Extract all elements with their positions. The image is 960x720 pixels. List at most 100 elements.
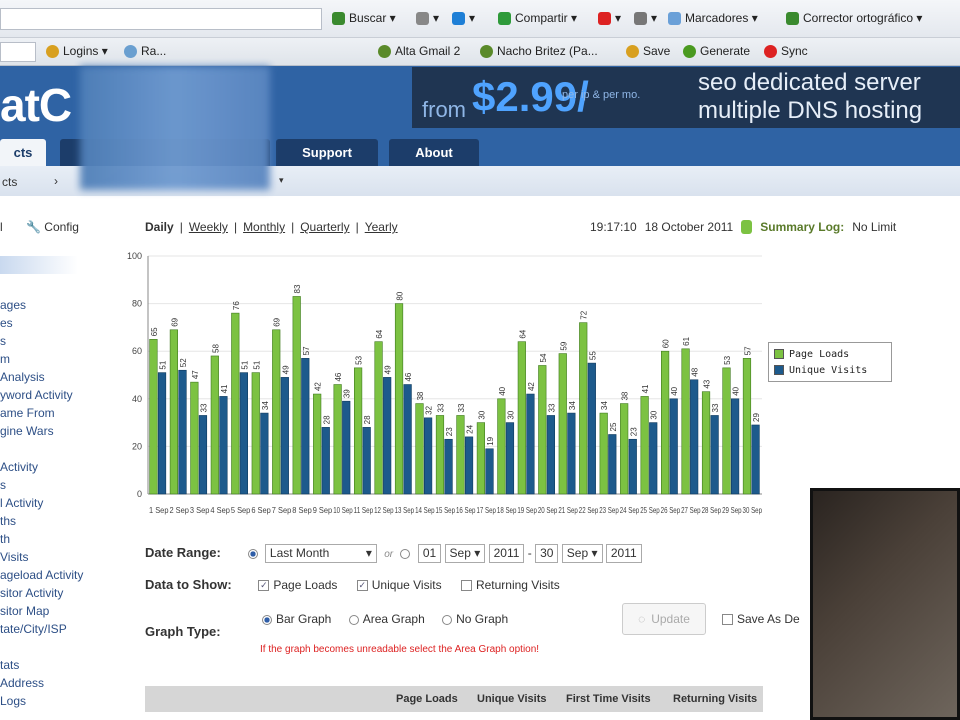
- toolbar-item[interactable]: ▾: [598, 11, 621, 25]
- star-icon: [668, 11, 681, 25]
- radio-area-graph[interactable]: [348, 614, 359, 625]
- address-bar[interactable]: [0, 8, 322, 30]
- bar-page-loads: [149, 339, 158, 495]
- to-year-input[interactable]: 2011: [605, 544, 642, 563]
- subnav-projects[interactable]: cts: [2, 175, 17, 189]
- nav-tab-support[interactable]: Support: [276, 139, 378, 166]
- checkbox-page-loads[interactable]: ✓: [258, 580, 270, 592]
- sidebar-item[interactable]: gine Wars: [0, 424, 54, 438]
- bar-value-label: 34: [568, 401, 577, 410]
- sidebar-item[interactable]: s: [0, 478, 6, 492]
- ad-banner[interactable]: from $2.99/ per ip & per mo. seo dedicat…: [412, 67, 960, 128]
- pdf-icon: [598, 11, 611, 25]
- graph-type-label-wrap: Graph Type:: [145, 624, 221, 639]
- to-month-select[interactable]: Sep ▾: [561, 544, 603, 563]
- nav-tab-projects[interactable]: cts: [0, 139, 46, 166]
- period-weekly[interactable]: Weekly: [189, 220, 228, 234]
- bookmark-label: Save: [643, 44, 671, 58]
- toolbar-item[interactable]: Marcadores ▾: [668, 11, 758, 25]
- bookmark-label: Alta Gmail 2: [395, 44, 461, 58]
- toolbar-item-label: Buscar ▾: [349, 11, 396, 25]
- bar-value-label: 48: [691, 367, 700, 376]
- update-button[interactable]: ◌ Update: [622, 603, 706, 635]
- period-quarterly[interactable]: Quarterly: [300, 220, 349, 234]
- sidebar-item[interactable]: ame From: [0, 406, 55, 420]
- checkbox-unique-visits[interactable]: ✓: [356, 580, 368, 592]
- bookmark-item[interactable]: Ra...: [124, 44, 166, 58]
- toolbar-item[interactable]: ▾: [452, 11, 475, 25]
- date-range-label: Date Range:: [145, 545, 221, 560]
- sidebar-item[interactable]: Activity: [0, 460, 38, 474]
- sidebar-highlight: [0, 256, 78, 274]
- sidebar-item[interactable]: th: [0, 532, 10, 546]
- bookmark-icon: [378, 44, 391, 58]
- sidebar-item[interactable]: l Activity: [0, 496, 43, 510]
- sidebar-item[interactable]: sitor Activity: [0, 586, 63, 600]
- x-tick-label: 18 Sep: [497, 506, 517, 515]
- bar-value-label: 61: [682, 336, 691, 345]
- range-select[interactable]: Last Month ▾: [264, 544, 377, 563]
- save-default-label: Save As De: [737, 612, 800, 626]
- bar-unique-visits: [526, 393, 535, 495]
- sidebar-item[interactable]: tate/City/ISP: [0, 622, 67, 636]
- sidebar-item[interactable]: ages: [0, 298, 26, 312]
- period-daily[interactable]: Daily: [145, 220, 174, 234]
- toolbar-item[interactable]: ▾: [634, 11, 657, 25]
- option-label: Bar Graph: [276, 612, 332, 626]
- toolbar-item[interactable]: Buscar ▾: [332, 11, 396, 25]
- bookmarks-dropdown[interactable]: [0, 42, 36, 62]
- bar-unique-visits: [280, 377, 289, 495]
- date-range-row: Date Range: Last Month ▾ or 01 Sep ▾ 2011…: [145, 544, 642, 563]
- sidebar-item[interactable]: m: [0, 352, 10, 366]
- bookmark-item[interactable]: Nacho Britez (Pa...: [480, 44, 598, 58]
- sidebar-item[interactable]: es: [0, 316, 13, 330]
- sidebar-item[interactable]: Logs: [0, 694, 26, 708]
- checkbox-returning-visits[interactable]: [460, 580, 472, 592]
- sidebar-item[interactable]: Visits: [0, 550, 28, 564]
- from-year-input[interactable]: 2011: [488, 544, 525, 563]
- toolbar-item[interactable]: ▾: [416, 11, 439, 25]
- nav-tab-about[interactable]: About: [389, 139, 479, 166]
- from-day-input[interactable]: 01: [417, 544, 442, 563]
- sidebar-item[interactable]: yword Activity: [0, 388, 73, 402]
- checkbox-save-default[interactable]: [722, 614, 733, 626]
- bookmark-item[interactable]: Alta Gmail 2: [378, 44, 460, 58]
- bookmark-icon: [480, 44, 493, 58]
- bar-value-label: 33: [547, 403, 556, 412]
- config-link[interactable]: 🔧 Config: [26, 220, 79, 234]
- sidebar-item[interactable]: Analysis: [0, 370, 45, 384]
- sidebar-item[interactable]: ths: [0, 514, 16, 528]
- radio-last-month[interactable]: [247, 548, 258, 559]
- bookmark-item[interactable]: Logins ▾: [46, 44, 108, 58]
- bookmark-item[interactable]: Save: [626, 44, 670, 58]
- radio-custom-range[interactable]: [400, 548, 411, 559]
- toolbar-item-label: Corrector ortográfico ▾: [803, 11, 923, 25]
- radio-no-graph[interactable]: [442, 614, 453, 625]
- sidebar-item[interactable]: Address: [0, 676, 44, 690]
- sidebar-item[interactable]: s: [0, 334, 6, 348]
- period-yearly[interactable]: Yearly: [365, 220, 398, 234]
- legend-label: Unique Visits: [789, 364, 868, 376]
- bar-unique-visits: [690, 379, 699, 495]
- from-month-select[interactable]: Sep ▾: [444, 544, 486, 563]
- dropdown-icon[interactable]: ▾: [279, 175, 284, 186]
- bar-value-label: 38: [416, 391, 425, 400]
- sidebar-item[interactable]: tats: [0, 658, 19, 672]
- bar-value-label: 51: [159, 360, 168, 369]
- toolbar-item[interactable]: Corrector ortográfico ▾: [786, 11, 922, 25]
- to-day-input[interactable]: 30: [535, 544, 559, 563]
- ad-line1: seo dedicated server: [698, 69, 921, 96]
- sidebar-item[interactable]: sitor Map: [0, 604, 49, 618]
- radio-bar-graph[interactable]: [262, 614, 272, 625]
- bar-value-label: 41: [641, 384, 650, 393]
- period-tabs: Daily | Weekly | Monthly | Quarterly | Yearl…: [145, 220, 398, 234]
- bar-value-label: 30: [477, 410, 486, 419]
- sidebar-item[interactable]: ageload Activity: [0, 568, 83, 582]
- period-monthly[interactable]: Monthly: [243, 220, 285, 234]
- bar-page-loads: [538, 365, 547, 495]
- bar-unique-visits: [444, 438, 453, 495]
- toolbar-item[interactable]: Compartir ▾: [498, 11, 577, 25]
- bookmark-item[interactable]: Sync: [764, 44, 808, 58]
- y-tick-label: 40: [132, 394, 142, 404]
- bookmark-item[interactable]: Generate: [683, 44, 750, 58]
